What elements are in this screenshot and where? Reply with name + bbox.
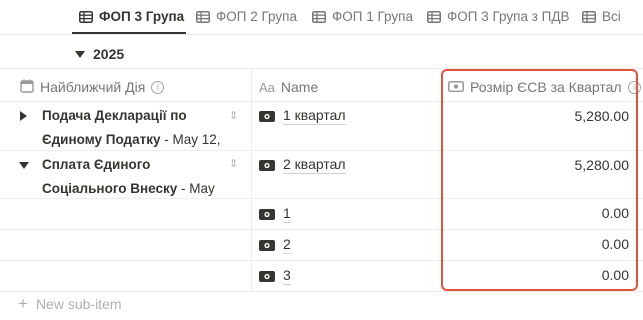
money-icon (259, 208, 275, 220)
plus-icon: + (18, 294, 28, 313)
chevron-down-icon[interactable] (75, 50, 85, 58)
esv-value: 0.00 (601, 267, 629, 283)
tab-label: Всі (602, 9, 621, 24)
group-header-2025[interactable]: 2025 (75, 44, 124, 64)
new-sub-item-button[interactable]: + New sub-item (18, 294, 122, 313)
column-header-name[interactable]: Aa Name (259, 76, 318, 98)
tab-label: ФОП 1 Група (332, 9, 413, 24)
sort-handle-icon[interactable]: ⇕ (229, 157, 238, 170)
expand-toggle-icon[interactable] (20, 111, 27, 121)
row-border (0, 291, 643, 292)
column-header-date[interactable]: Найближчий Дія i (20, 76, 165, 98)
tab-fop-3[interactable]: ФОП 3 Група (79, 0, 184, 33)
name-cell[interactable]: 1 (259, 203, 291, 225)
info-icon: i (151, 80, 165, 94)
name-cell[interactable]: 1 квартал (259, 105, 346, 127)
money-icon (259, 110, 275, 122)
row-title[interactable]: Подача Декларації по Єдиному Податку - M… (42, 104, 232, 150)
calendar-icon (20, 79, 34, 96)
column-header-label: Name (280, 79, 319, 95)
name-cell[interactable]: 2 квартал (259, 154, 346, 176)
money-icon (259, 239, 275, 251)
new-sub-item-label: New sub-item (35, 296, 122, 312)
tab-fop-2[interactable]: ФОП 2 Група (196, 0, 297, 33)
group-label: 2025 (93, 46, 125, 62)
name-cell[interactable]: 2 (259, 234, 291, 256)
row-title-text: Сплата Єдиного Соціального Внеску (42, 157, 178, 196)
divider (0, 34, 643, 35)
table-icon (196, 10, 210, 23)
name-text: 1 (283, 205, 291, 223)
text-type-icon: Aa (259, 79, 275, 95)
esv-value: 0.00 (601, 205, 629, 221)
table-icon (312, 10, 326, 23)
esv-value: 5,280.00 (574, 108, 630, 124)
tab-label: ФОП 3 Група (99, 9, 185, 24)
tab-fop-3-pdv[interactable]: ФОП 3 Група з ПДВ (427, 0, 570, 33)
esv-value: 0.00 (601, 236, 629, 252)
table-icon (582, 10, 596, 23)
name-cell[interactable]: 3 (259, 265, 291, 287)
esv-value: 5,280.00 (574, 157, 630, 173)
name-text: 3 (283, 267, 291, 285)
money-icon (259, 159, 275, 171)
table-icon (79, 10, 93, 23)
table-icon (427, 10, 441, 23)
column-highlight (441, 69, 638, 291)
tab-label: ФОП 2 Група (216, 9, 297, 24)
view-tabs: ФОП 3 Група ФОП 2 Група ФОП 1 Група ФОП … (0, 0, 643, 34)
name-text: 1 квартал (283, 107, 346, 125)
tab-fop-1[interactable]: ФОП 1 Група (312, 0, 413, 33)
tab-all[interactable]: Всі (582, 0, 621, 33)
money-icon (259, 270, 275, 282)
column-header-label: Найближчий Дія (40, 79, 146, 95)
row-title[interactable]: Сплата Єдиного Соціального Внеску - May … (42, 153, 232, 198)
expand-toggle-icon[interactable] (19, 162, 29, 169)
name-text: 2 квартал (283, 156, 346, 174)
column-divider (251, 68, 252, 292)
name-text: 2 (283, 236, 291, 254)
tab-label: ФОП 3 Група з ПДВ (447, 9, 570, 24)
sort-handle-icon[interactable]: ⇕ (229, 109, 238, 122)
